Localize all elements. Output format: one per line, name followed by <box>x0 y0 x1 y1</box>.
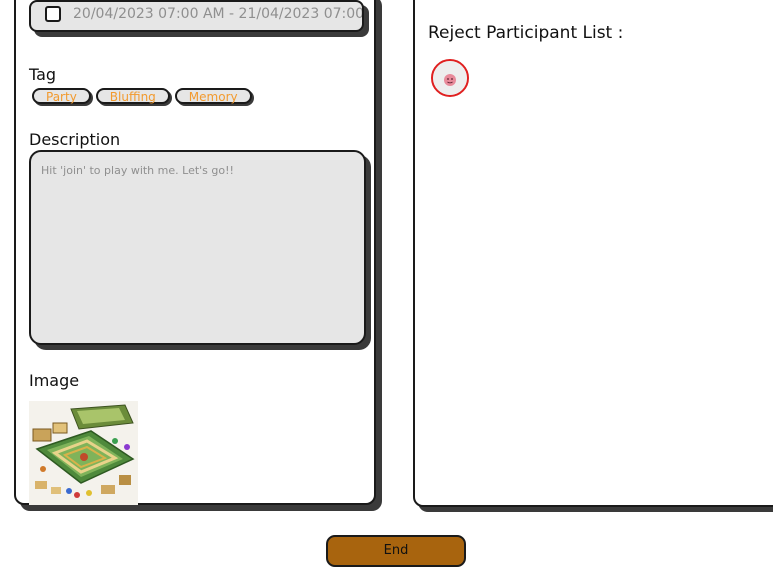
rejected-participant-avatar[interactable] <box>431 59 469 97</box>
user-avatar-icon <box>433 61 467 95</box>
date-checkbox[interactable] <box>45 6 61 22</box>
end-button[interactable]: End <box>326 535 466 567</box>
tag-list: Party Bluffing Memory <box>32 88 252 104</box>
event-info-panel: 20/04/2023 07:00 AM - 21/04/2023 07:00 T… <box>14 0 376 505</box>
tag-chip-bluffing[interactable]: Bluffing <box>95 88 170 104</box>
tag-label: Tag <box>29 65 57 84</box>
board-game-image <box>29 401 138 505</box>
description-text: Hit 'join' to play with me. Let's go!! <box>41 164 234 177</box>
board-game-illustration <box>29 401 138 505</box>
description-field[interactable]: Hit 'join' to play with me. Let's go!! <box>29 150 366 345</box>
reject-participant-title: Reject Participant List : <box>428 23 624 43</box>
event-detail-page: 20/04/2023 07:00 AM - 21/04/2023 07:00 T… <box>0 0 773 568</box>
date-range-text: 20/04/2023 07:00 AM - 21/04/2023 07:00 <box>73 6 364 22</box>
date-range-field[interactable]: 20/04/2023 07:00 AM - 21/04/2023 07:00 <box>29 0 364 32</box>
image-label: Image <box>29 371 80 390</box>
reject-participant-panel: Reject Participant List : <box>413 0 773 507</box>
tag-chip-memory[interactable]: Memory <box>174 88 252 104</box>
tag-chip-party[interactable]: Party <box>32 88 91 104</box>
description-label: Description <box>29 130 121 149</box>
